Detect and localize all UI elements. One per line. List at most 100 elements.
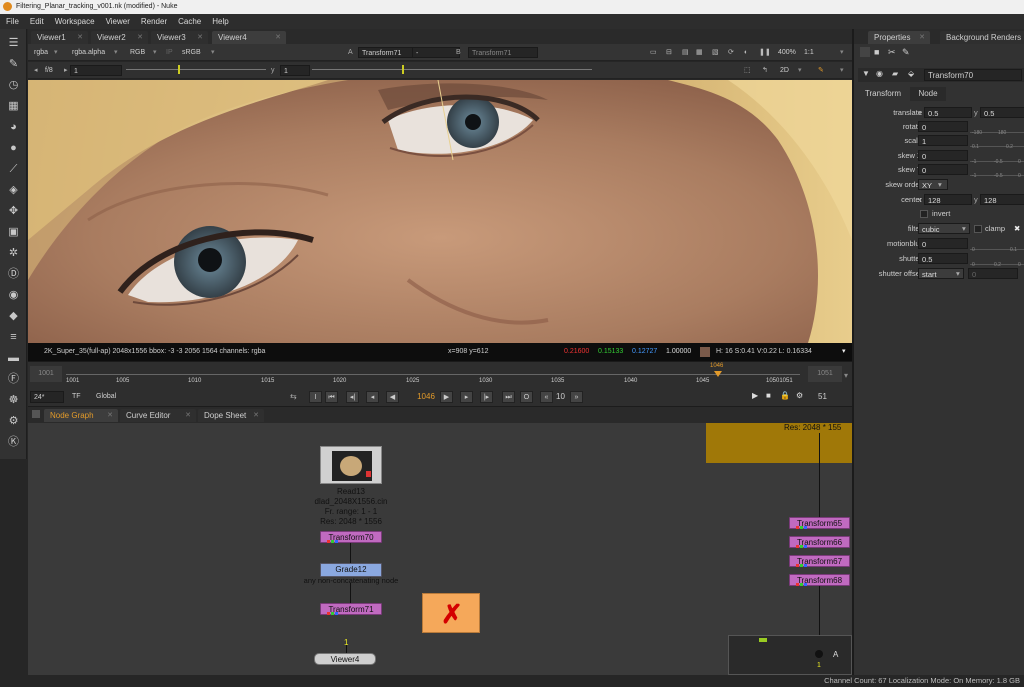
update-icon[interactable]: ◐: [744, 47, 748, 58]
step-back-icon[interactable]: ◂: [366, 391, 379, 403]
input-a-dropdown[interactable]: Transform71: [358, 47, 420, 58]
rotate-field[interactable]: 0: [918, 121, 968, 132]
tab-viewer3[interactable]: Viewer3 ✕: [151, 31, 208, 44]
views-eye-icon[interactable]: ◉: [7, 289, 20, 302]
gamma-slider-handle[interactable]: [402, 65, 404, 74]
skip-back-icon[interactable]: «: [540, 391, 553, 403]
pause-icon[interactable]: ❚❚: [759, 47, 771, 58]
gear-icon[interactable]: ⚙: [7, 415, 20, 428]
close-icon[interactable]: ✕: [919, 31, 925, 44]
panel-menu-icon[interactable]: [32, 410, 40, 418]
node-name-field[interactable]: Transform70: [924, 69, 1022, 81]
ratio-dropdown[interactable]: 1:1: [804, 47, 814, 58]
transform-icon[interactable]: ⬙: [908, 69, 914, 78]
motionblur-slider[interactable]: 0 0.1: [970, 238, 1024, 253]
read-node-thumbnail[interactable]: [320, 446, 382, 484]
gain-slider[interactable]: [126, 69, 266, 70]
prev-keyframe-icon[interactable]: ◂|: [346, 391, 359, 403]
proxy-icon[interactable]: ▧: [712, 47, 719, 58]
clip-warning-icon[interactable]: ▦: [696, 47, 703, 58]
flipbook-icon[interactable]: ▶: [752, 391, 758, 400]
display-channel-dropdown[interactable]: RGB: [130, 47, 145, 58]
fstop-value[interactable]: f/8: [45, 65, 53, 76]
menu-render[interactable]: Render: [141, 17, 167, 26]
end-frame-field[interactable]: 51: [818, 391, 827, 403]
furnace-icon[interactable]: Ⓕ: [7, 373, 20, 386]
skew-x-slider[interactable]: -1 -0.5 0: [970, 150, 1024, 165]
input-b-dropdown[interactable]: Transform71: [468, 47, 538, 58]
close-icon[interactable]: ✕: [197, 31, 203, 44]
tab-viewer2[interactable]: Viewer2 ✕: [91, 31, 148, 44]
keyer-icon[interactable]: ⟋: [7, 163, 20, 176]
play-forward-icon[interactable]: ▶: [440, 391, 453, 403]
step-forward-icon[interactable]: ▸: [460, 391, 473, 403]
tab-curve-editor[interactable]: Curve Editor ✕: [120, 409, 196, 422]
play-backward-icon[interactable]: ◀: [386, 391, 399, 403]
menu-lines-icon[interactable]: ☰: [7, 37, 20, 50]
close-icon[interactable]: ✕: [253, 409, 259, 422]
backdrop-node[interactable]: Res: 2048 * 155: [706, 423, 852, 463]
deep-icon[interactable]: Ⓓ: [7, 268, 20, 281]
close-icon[interactable]: ✕: [275, 31, 281, 44]
grade12-node[interactable]: Grade12: [320, 563, 382, 577]
shutter-field[interactable]: 0.5: [918, 253, 968, 264]
viewer4-node[interactable]: Viewer4: [314, 653, 376, 665]
clock-icon[interactable]: ◷: [7, 79, 20, 92]
transform70-node[interactable]: Transform70: [320, 531, 382, 543]
range-mode-dropdown[interactable]: Global: [96, 391, 116, 403]
menu-workspace[interactable]: Workspace: [55, 17, 95, 26]
skew-y-field[interactable]: 0: [918, 164, 968, 175]
particles-icon[interactable]: ✲: [7, 247, 20, 260]
node-graph[interactable]: Read13 dlad_2048X1556.cin Fr. range: 1 -…: [28, 423, 852, 675]
subtab-node[interactable]: Node: [910, 87, 946, 101]
shutter-offset-custom-field[interactable]: 0: [968, 268, 1018, 279]
transform71-node[interactable]: Transform71: [320, 603, 382, 615]
menu-viewer[interactable]: Viewer: [106, 17, 130, 26]
tab-node-graph[interactable]: Node Graph ✕: [44, 409, 118, 422]
filter-circle-icon[interactable]: ●: [7, 142, 20, 155]
input-process-icon[interactable]: IP: [166, 47, 173, 58]
motionblur-field[interactable]: 0: [918, 238, 968, 249]
settings-icon[interactable]: ⚙: [796, 391, 803, 400]
fps-dropdown[interactable]: 24*: [30, 391, 64, 403]
close-icon[interactable]: ✕: [107, 409, 113, 422]
chevron-down-icon[interactable]: ▾: [840, 47, 844, 58]
tab-viewer4[interactable]: Viewer4 ✕: [212, 31, 286, 44]
menu-file[interactable]: File: [6, 17, 19, 26]
playhead[interactable]: [714, 371, 722, 377]
scale-field[interactable]: 1: [918, 135, 968, 146]
lut-icon[interactable]: ▤: [682, 47, 689, 58]
merge-layers-icon[interactable]: ◈: [7, 184, 20, 197]
refresh-icon[interactable]: ⟳: [728, 47, 734, 58]
current-frame-field[interactable]: 1046: [408, 391, 444, 403]
center-y-field[interactable]: 128: [980, 194, 1024, 205]
crop-icon[interactable]: ⬚: [744, 65, 751, 76]
node-color-icon[interactable]: ◉: [876, 69, 883, 78]
transform67-node[interactable]: Transform67: [789, 555, 850, 567]
timeline[interactable]: 1001 1051 1001 1005 1010 1015 1020 1025 …: [28, 361, 852, 389]
clamp-checkbox[interactable]: [974, 225, 982, 233]
close-icon[interactable]: ✕: [185, 409, 191, 422]
roi-icon[interactable]: ▭: [650, 47, 657, 58]
alpha-channel-dropdown[interactable]: rgba.alpha: [72, 47, 105, 58]
out-point-icon[interactable]: O: [520, 391, 533, 403]
transform-handle-icon[interactable]: ↰: [762, 65, 768, 76]
in-point-field[interactable]: 1001: [30, 366, 62, 382]
tf-dropdown[interactable]: TF: [72, 391, 81, 403]
center-x-field[interactable]: 128: [924, 194, 972, 205]
skew-x-field[interactable]: 0: [918, 150, 968, 161]
close-icon[interactable]: ✕: [137, 31, 143, 44]
loop-icon[interactable]: ⇆: [290, 392, 297, 401]
view-mode-dropdown[interactable]: 2D: [780, 65, 789, 76]
lock-icon[interactable]: 🔒: [780, 391, 790, 400]
node-graph-navigator[interactable]: A 1: [728, 635, 852, 675]
keylight-icon[interactable]: Ⓚ: [7, 436, 20, 449]
menu-cache[interactable]: Cache: [178, 17, 201, 26]
colorspace-dropdown[interactable]: sRGB: [182, 47, 201, 58]
collapse-icon[interactable]: ▼: [862, 69, 870, 78]
render-icon[interactable]: ■: [766, 391, 771, 400]
gain-step-icon[interactable]: ▸: [64, 65, 68, 76]
dot-node[interactable]: [815, 650, 823, 658]
panel-count-icon[interactable]: [860, 47, 870, 57]
tab-properties[interactable]: Properties ✕: [868, 31, 930, 44]
